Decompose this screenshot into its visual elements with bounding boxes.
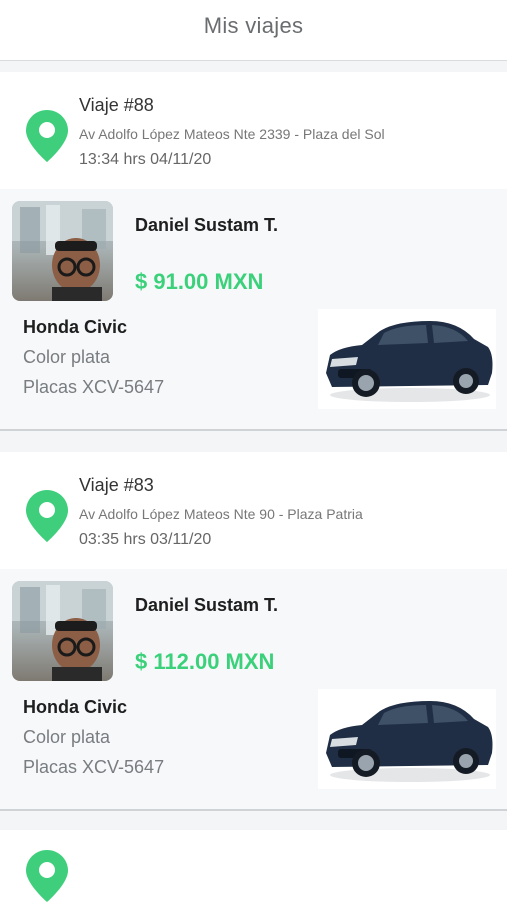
trip-time: 03:35 hrs 03/11/20: [79, 531, 212, 548]
car-color: Color plata: [23, 727, 111, 747]
trip-card[interactable]: Viaje #88 Av Adolfo López Mateos Nte 233…: [0, 72, 507, 452]
trip-details: Daniel Sustam T. $ 112.00 MXN Honda Civi…: [0, 569, 507, 809]
trip-address: Av Adolfo López Mateos Nte 90 - Plaza Pa…: [79, 506, 363, 522]
trip-title: Viaje #88: [79, 95, 154, 115]
driver-avatar: [12, 581, 113, 681]
section-gap: [0, 431, 507, 452]
location-pin-icon: [26, 110, 68, 162]
trip-card[interactable]: [0, 830, 507, 902]
driver-avatar: [12, 201, 113, 301]
location-pin-icon: [26, 850, 68, 902]
trip-header: Viaje #88 Av Adolfo López Mateos Nte 233…: [0, 72, 507, 189]
page-title: Mis viajes: [203, 13, 304, 38]
car-color: Color plata: [23, 347, 111, 367]
section-gap: [0, 811, 507, 832]
driver-name: Daniel Sustam T.: [135, 595, 279, 615]
car-image: [318, 689, 496, 789]
trip-address: Av Adolfo López Mateos Nte 2339 - Plaza …: [79, 126, 385, 142]
trip-time: 13:34 hrs 04/11/20: [79, 151, 212, 168]
app-header: Mis viajes: [0, 0, 507, 61]
trip-price: $ 112.00 MXN: [135, 649, 275, 674]
car-model: Honda Civic: [23, 317, 128, 337]
car-plates: Placas XCV-5647: [23, 757, 165, 777]
car-image: [318, 309, 496, 409]
trip-card[interactable]: Viaje #83 Av Adolfo López Mateos Nte 90 …: [0, 452, 507, 832]
section-gap: [0, 61, 507, 72]
trip-details: Daniel Sustam T. $ 91.00 MXN Honda Civic…: [0, 189, 507, 429]
car-plates: Placas XCV-5647: [23, 377, 165, 397]
trip-title: Viaje #83: [79, 475, 154, 495]
trip-price: $ 91.00 MXN: [135, 269, 264, 294]
location-pin-icon: [26, 490, 68, 542]
car-model: Honda Civic: [23, 697, 128, 717]
driver-name: Daniel Sustam T.: [135, 215, 279, 235]
trip-header: Viaje #83 Av Adolfo López Mateos Nte 90 …: [0, 452, 507, 569]
